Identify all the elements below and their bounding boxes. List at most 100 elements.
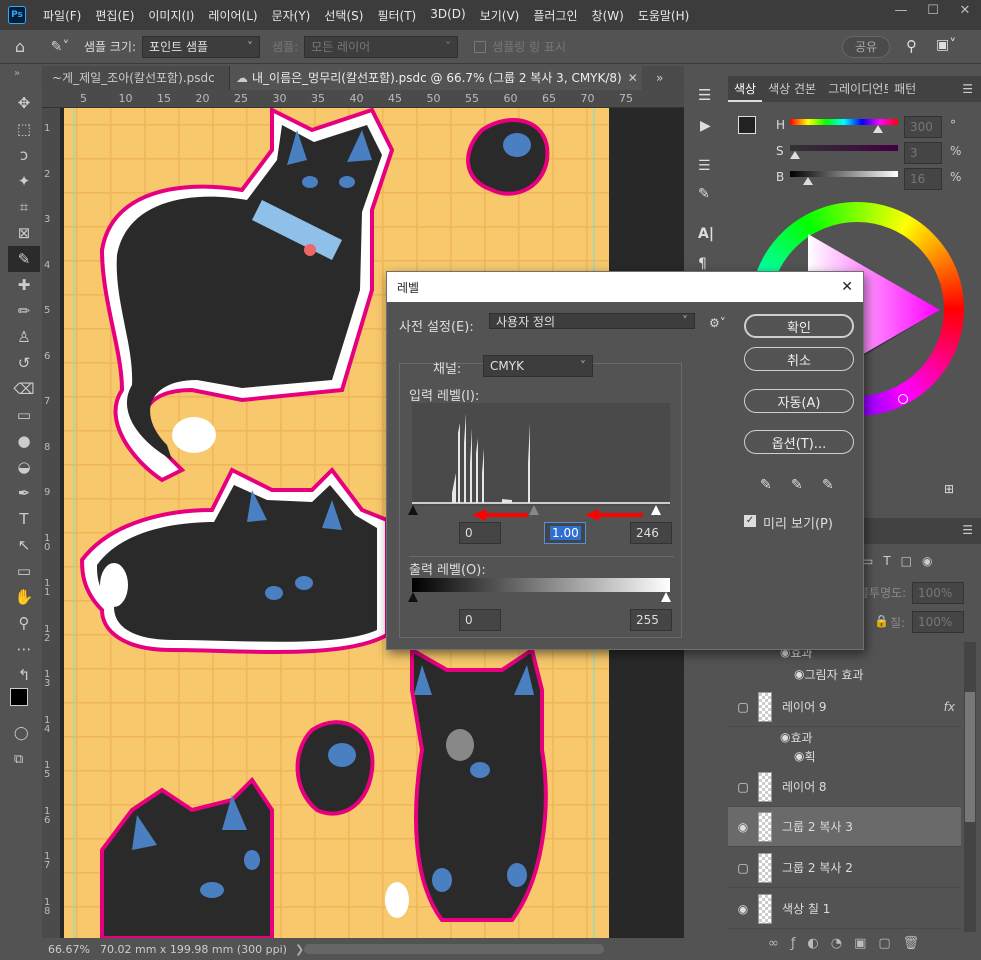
- tab-document-1[interactable]: ~게_제일_조아(칼선포함).psdc: [42, 66, 230, 90]
- tab-swatches[interactable]: 색상 견본: [762, 76, 822, 102]
- layer-row[interactable]: ▢ 레이어 9 fx: [728, 687, 961, 727]
- eraser-tool-icon[interactable]: ⌫: [8, 376, 40, 402]
- eyedropper-tool-icon[interactable]: ✎˅: [40, 39, 80, 55]
- zoom-tool-icon[interactable]: ⚲: [8, 610, 40, 636]
- menu-item-6[interactable]: 필터(T): [370, 7, 423, 24]
- saturation-slider[interactable]: [790, 145, 898, 151]
- adjustments-icon[interactable]: ☰: [698, 158, 711, 174]
- search-icon[interactable]: ⚲: [906, 37, 917, 55]
- menu-item-1[interactable]: 편집(E): [88, 7, 141, 24]
- horizontal-scrollbar[interactable]: [304, 944, 604, 954]
- more-tabs-icon[interactable]: »: [656, 66, 663, 90]
- menu-item-5[interactable]: 선택(S): [317, 7, 370, 24]
- menu-item-3[interactable]: 레이어(L): [201, 7, 264, 24]
- output-white-slider[interactable]: [661, 592, 671, 602]
- input-white-slider[interactable]: [651, 505, 661, 515]
- path-select-icon[interactable]: ↖: [8, 532, 40, 558]
- brushes-icon[interactable]: ✎: [698, 186, 710, 202]
- zoom-level[interactable]: 66.67%: [48, 943, 100, 956]
- preset-settings-icon[interactable]: ⚙˅: [709, 316, 726, 330]
- panel-menu-icon[interactable]: ☰: [962, 76, 973, 102]
- white-eyedropper-icon[interactable]: ✎: [822, 477, 834, 493]
- play-actions-icon[interactable]: ▶: [700, 118, 711, 134]
- eye-icon[interactable]: ◉: [780, 730, 790, 744]
- input-black-slider[interactable]: [408, 505, 418, 515]
- hidden-eye-box[interactable]: ▢: [728, 780, 758, 794]
- output-black-field[interactable]: 0: [459, 609, 501, 631]
- more-tools-icon[interactable]: ⋯: [8, 636, 40, 662]
- marquee-tool-icon[interactable]: ⬚: [8, 116, 40, 142]
- history-brush-icon[interactable]: ↺: [8, 350, 40, 376]
- menu-item-10[interactable]: 창(W): [585, 7, 631, 24]
- type-tool-icon[interactable]: T: [8, 506, 40, 532]
- effect-row[interactable]: ◉ 그림자 효과: [728, 664, 961, 684]
- eye-icon[interactable]: ◉: [794, 667, 804, 681]
- saturation-input[interactable]: 3: [904, 142, 942, 164]
- hand-tool-icon[interactable]: ✋: [8, 584, 40, 610]
- opacity-input[interactable]: 100%: [912, 582, 964, 604]
- magic-wand-icon[interactable]: ✦: [8, 168, 40, 194]
- panel-collapse-left-icon[interactable]: »: [14, 68, 20, 79]
- blur-tool-icon[interactable]: ●: [8, 428, 40, 454]
- healing-brush-icon[interactable]: ✚: [8, 272, 40, 298]
- fx-badge[interactable]: fx: [944, 700, 955, 714]
- menu-item-0[interactable]: 파일(F): [36, 7, 88, 24]
- color-fg-swatch[interactable]: [738, 116, 756, 134]
- layers-menu-icon[interactable]: ☰: [962, 523, 973, 537]
- eye-icon[interactable]: ◉: [728, 820, 758, 834]
- menu-item-2[interactable]: 이미지(I): [141, 7, 201, 24]
- options-button[interactable]: 옵션(T)...: [744, 430, 854, 454]
- input-white-field[interactable]: 246: [630, 522, 672, 544]
- crop-tool-icon[interactable]: ⌗: [8, 194, 40, 220]
- minimize-icon[interactable]: —: [885, 0, 917, 22]
- character-icon[interactable]: A|: [698, 226, 714, 242]
- layer-row[interactable]: ◉ 색상 칠 1: [728, 889, 961, 929]
- lasso-tool-icon[interactable]: ↄ: [8, 142, 40, 168]
- output-black-slider[interactable]: [408, 592, 418, 602]
- sample-size-select[interactable]: 포인트 샘플 ˅: [142, 35, 261, 58]
- preview-checkbox[interactable]: ✓: [744, 515, 756, 527]
- tab-color[interactable]: 색상: [728, 76, 763, 102]
- maximize-icon[interactable]: ☐: [917, 0, 949, 22]
- expand-icon[interactable]: ⊞: [944, 482, 954, 496]
- dodge-tool-icon[interactable]: ◒: [8, 454, 40, 480]
- foreground-color-swatch[interactable]: [10, 688, 28, 706]
- eye-icon[interactable]: ◉: [728, 902, 758, 916]
- tab-patterns[interactable]: 패턴: [888, 76, 922, 102]
- input-black-field[interactable]: 0: [459, 522, 501, 544]
- home-icon[interactable]: ⌂: [0, 37, 40, 56]
- menu-item-8[interactable]: 보기(V): [473, 7, 527, 24]
- screen-mode-icon[interactable]: ⧉: [14, 752, 23, 767]
- close-tab-icon[interactable]: ✕: [628, 71, 638, 85]
- output-white-field[interactable]: 255: [630, 609, 672, 631]
- input-gray-slider[interactable]: [529, 505, 539, 515]
- menu-item-7[interactable]: 3D(D): [423, 7, 472, 24]
- hue-input[interactable]: 300: [904, 116, 942, 138]
- brightness-input[interactable]: 16: [904, 168, 942, 190]
- ok-button[interactable]: 확인: [744, 314, 854, 338]
- lock-icon[interactable]: 🔒: [874, 614, 889, 628]
- channel-select[interactable]: CMYK ˅: [483, 355, 593, 377]
- close-dialog-icon[interactable]: ✕: [841, 279, 853, 295]
- hue-slider-handle[interactable]: [873, 125, 883, 133]
- menu-item-11[interactable]: 도움말(H): [631, 7, 697, 24]
- black-eyedropper-icon[interactable]: ✎: [760, 477, 772, 493]
- layer-row[interactable]: ▢ 그룹 2 복사 2: [728, 848, 961, 888]
- workspace-icon[interactable]: ▣˅: [936, 37, 956, 53]
- fill-input[interactable]: 100%: [912, 611, 964, 633]
- layer-row[interactable]: ▢ 레이어 8: [728, 767, 961, 807]
- effect-row[interactable]: ◉ 획: [728, 746, 961, 766]
- layers-scrollbar[interactable]: [964, 642, 976, 932]
- eyedropper-icon[interactable]: ✎: [8, 246, 40, 272]
- auto-button[interactable]: 자동(A): [744, 389, 854, 413]
- hidden-eye-box[interactable]: ▢: [728, 861, 758, 875]
- rectangle-tool-icon[interactable]: ▭: [8, 558, 40, 584]
- status-arrow-icon[interactable]: ❯: [295, 943, 304, 956]
- input-mid-field[interactable]: 1.00: [544, 522, 586, 544]
- tab-document-2[interactable]: ☁ 내_이름은_멍무리(칼선포함).psdc @ 66.7% (그룹 2 복사 3…: [230, 66, 642, 90]
- menu-item-9[interactable]: 플러그인: [526, 7, 584, 24]
- saturation-slider-handle[interactable]: [790, 151, 800, 159]
- gray-eyedropper-icon[interactable]: ✎: [791, 477, 803, 493]
- history-icon[interactable]: ☰: [698, 86, 711, 104]
- brightness-slider-handle[interactable]: [803, 177, 813, 185]
